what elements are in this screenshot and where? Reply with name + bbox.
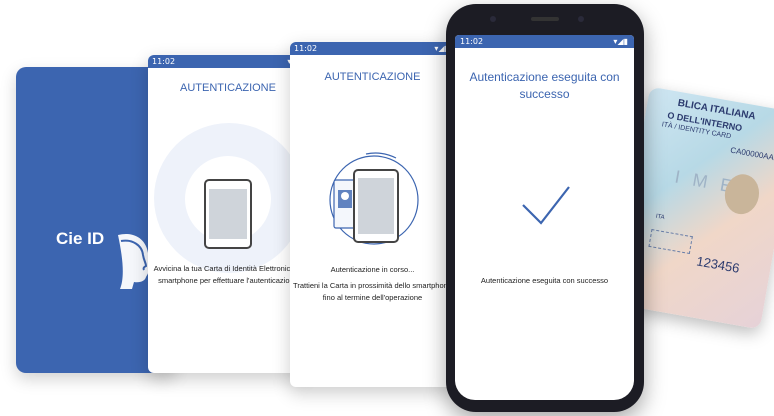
hint-text: Trattieni la Carta in prossimità dello s…: [293, 281, 452, 302]
front-camera-icon: [490, 16, 496, 22]
phone-speaker: [531, 17, 559, 21]
status-bar: 11:02 ▾◢▮: [148, 55, 308, 68]
smartphone-icon: [204, 179, 252, 249]
screen-in-corso: 11:02 ▾◢▮ AUTENTICAZIONE Autenticazione …: [290, 42, 455, 387]
smartphone: 11:02 ▾◢▮ Autenticazione eseguita con su…: [446, 4, 644, 412]
screen-title: AUTENTICAZIONE: [324, 71, 421, 83]
phone-screen: 11:02 ▾◢▮ Autenticazione eseguita con su…: [455, 35, 634, 400]
status-time: 11:02: [460, 37, 484, 46]
sensor-icon: [578, 16, 584, 22]
cie-logo-text: Cie ID: [56, 229, 105, 248]
status-time: 11:02: [152, 57, 176, 66]
screen-avvicina: 11:02 ▾◢▮ AUTENTICAZIONE Avvicina la tua…: [148, 55, 308, 373]
success-title: Autenticazione eseguita con successo: [469, 70, 620, 101]
screen-title: AUTENTICAZIONE: [180, 82, 276, 94]
instruction-text: Avvicina la tua Carta di Identità Elettr…: [153, 264, 303, 285]
status-time: 11:02: [294, 44, 318, 53]
signal-icon: ▾◢▮: [613, 37, 628, 46]
success-message: Autenticazione eseguita con successo: [480, 276, 609, 285]
status-bar: 11:02 ▾◢▮: [455, 35, 634, 48]
checkmark-icon: [522, 186, 570, 225]
status-bar: 11:02 ▾◢▮: [290, 42, 455, 55]
card-reading-illustration: [329, 152, 419, 245]
status-text: Autenticazione in corso...: [330, 265, 415, 274]
